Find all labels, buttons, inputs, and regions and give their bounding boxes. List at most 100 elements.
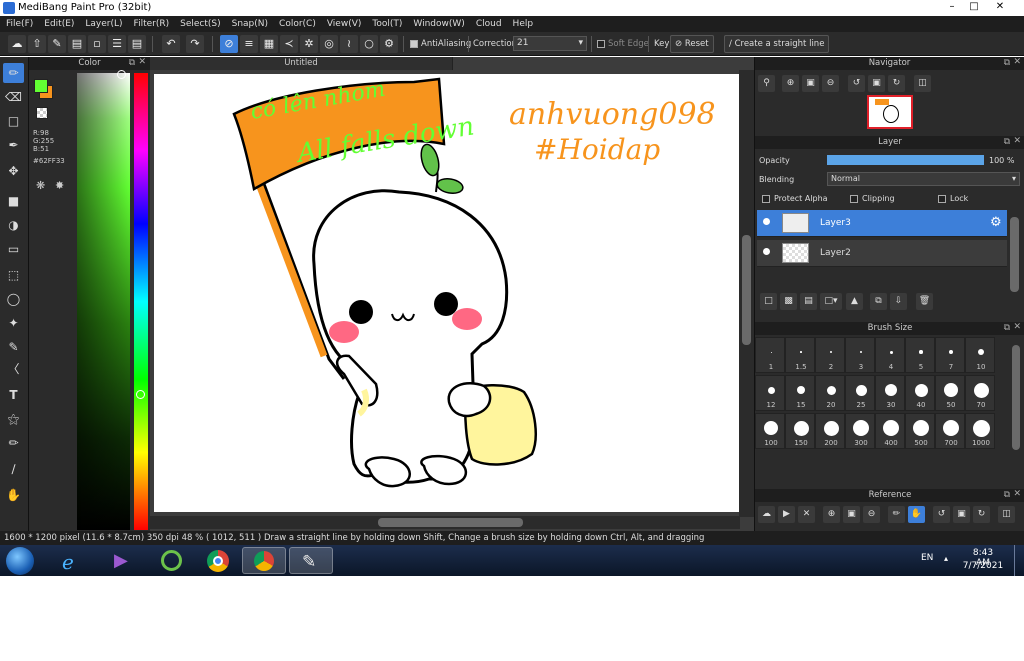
brush-size-option[interactable]: 5 bbox=[905, 337, 935, 373]
reference-zoom-out-icon[interactable]: ⊖ bbox=[863, 506, 880, 523]
brush-size-option[interactable]: 1000 bbox=[965, 413, 995, 449]
concentric-snap-icon[interactable]: ◎ bbox=[320, 35, 338, 53]
horizontal-scrollbar[interactable] bbox=[150, 516, 740, 529]
undo-icon[interactable]: ↶ bbox=[162, 35, 180, 53]
eraser-tool-icon[interactable]: ⌫ bbox=[3, 87, 24, 107]
blending-select[interactable]: Normal ▾ bbox=[827, 172, 1020, 186]
vertical-scrollbar[interactable] bbox=[739, 70, 754, 517]
curve-snap-icon[interactable]: ≀ bbox=[340, 35, 358, 53]
magic-wand-tool-icon[interactable]: ✦ bbox=[3, 313, 24, 333]
taskbar-app[interactable] bbox=[150, 547, 194, 574]
maximize-icon[interactable]: □ bbox=[963, 0, 985, 14]
merge-down-icon[interactable]: ⇩ bbox=[890, 293, 907, 310]
layer-row[interactable]: Layer3 ⚙ bbox=[757, 210, 1007, 237]
divide-tool-icon[interactable]: ⚝ bbox=[3, 409, 24, 429]
brush-size-option[interactable]: 400 bbox=[875, 413, 905, 449]
duplicate-layer-icon[interactable]: ⧉ bbox=[870, 293, 887, 310]
correction-select[interactable]: 21 ▾ bbox=[513, 36, 587, 51]
brush-size-option[interactable]: 1.5 bbox=[785, 337, 815, 373]
zoom-in-icon[interactable]: ⊕ bbox=[782, 75, 799, 92]
brush-size-option[interactable]: 700 bbox=[935, 413, 965, 449]
menu-tool[interactable]: Tool(T) bbox=[372, 19, 402, 29]
new-layer-icon[interactable]: □ bbox=[760, 293, 777, 310]
grid-snap-icon[interactable]: ▦ bbox=[260, 35, 278, 53]
snap-off-icon[interactable]: ⊘ bbox=[220, 35, 238, 53]
reference-rotate-left-icon[interactable]: ↺ bbox=[933, 506, 950, 523]
lock-checkbox[interactable] bbox=[938, 195, 946, 203]
close-icon[interactable]: ✕ bbox=[989, 0, 1011, 14]
sv-cursor[interactable] bbox=[117, 70, 126, 79]
soft-edge-checkbox[interactable] bbox=[597, 40, 605, 48]
radial-snap-icon[interactable]: ✲ bbox=[300, 35, 318, 53]
transparent-swatch[interactable] bbox=[36, 107, 48, 119]
float-panel-icon[interactable]: ⧉ bbox=[1004, 323, 1010, 333]
text-tool-icon[interactable]: T bbox=[3, 385, 24, 405]
layer-settings-icon[interactable]: ⚙ bbox=[990, 215, 1002, 230]
reference-flip-icon[interactable]: ◫ bbox=[998, 506, 1015, 523]
bucket-tool-icon[interactable]: ◑ bbox=[3, 215, 24, 235]
palette-add-icon[interactable]: ✸ bbox=[55, 179, 64, 192]
flip-icon[interactable]: ◫ bbox=[914, 75, 931, 92]
upload-icon[interactable]: ⇧ bbox=[28, 35, 46, 53]
brush-size-option[interactable]: 200 bbox=[815, 413, 845, 449]
brush-size-option[interactable]: 150 bbox=[785, 413, 815, 449]
brush-size-option[interactable]: 20 bbox=[815, 375, 845, 411]
page-icon[interactable]: ▤ bbox=[128, 35, 146, 53]
brush-size-option[interactable]: 7 bbox=[935, 337, 965, 373]
taskbar-chrome[interactable] bbox=[196, 547, 240, 574]
close-panel-icon[interactable]: ✕ bbox=[1013, 57, 1021, 67]
drawing-canvas[interactable]: có lên nhom All falls down anhvuong098 #… bbox=[154, 74, 739, 512]
dot-tool-icon[interactable]: □ bbox=[3, 111, 24, 131]
reference-fit-icon[interactable]: ▣ bbox=[843, 506, 860, 523]
start-button-icon[interactable] bbox=[6, 547, 34, 575]
close-panel-icon[interactable]: ✕ bbox=[1013, 322, 1021, 332]
brush-size-option[interactable]: 25 bbox=[845, 375, 875, 411]
reference-eyedropper-icon[interactable]: ✏ bbox=[888, 506, 905, 523]
menu-file[interactable]: File(F) bbox=[6, 19, 33, 29]
brush-size-option[interactable]: 500 bbox=[905, 413, 935, 449]
brush-scrollbar[interactable] bbox=[1012, 345, 1020, 450]
lasso-tool-icon[interactable]: ◯ bbox=[3, 289, 24, 309]
reference-open-icon[interactable]: ▶ bbox=[778, 506, 795, 523]
brush-size-option[interactable]: 12 bbox=[755, 375, 785, 411]
close-panel-icon[interactable]: ✕ bbox=[138, 57, 146, 67]
protect-alpha-checkbox[interactable] bbox=[762, 195, 770, 203]
add-layer-menu-icon[interactable]: □▾ bbox=[820, 293, 842, 310]
reference-rotate-right-icon[interactable]: ↻ bbox=[973, 506, 990, 523]
brush-size-option[interactable]: 10 bbox=[965, 337, 995, 373]
main-color-swatch[interactable] bbox=[34, 79, 48, 93]
list-icon[interactable]: ☰ bbox=[108, 35, 126, 53]
menu-snap[interactable]: Snap(N) bbox=[232, 19, 268, 29]
reference-close-icon[interactable]: ✕ bbox=[798, 506, 815, 523]
visibility-icon[interactable] bbox=[763, 218, 770, 225]
menu-window[interactable]: Window(W) bbox=[413, 19, 464, 29]
gradient-tool-icon[interactable]: ▭ bbox=[3, 239, 24, 259]
brush-size-option[interactable]: 4 bbox=[875, 337, 905, 373]
horizontal-scroll-thumb[interactable] bbox=[378, 518, 523, 527]
clock-date[interactable]: 7/7/2021 bbox=[962, 561, 1004, 571]
menu-view[interactable]: View(V) bbox=[327, 19, 362, 29]
taskbar-visual-studio[interactable]: ▶ bbox=[102, 547, 146, 574]
vertical-scroll-thumb[interactable] bbox=[742, 235, 751, 345]
cloud-icon[interactable]: ☁ bbox=[8, 35, 26, 53]
float-panel-icon[interactable]: ⧉ bbox=[1004, 137, 1010, 147]
select-pen-tool-icon[interactable]: ✎ bbox=[3, 337, 24, 357]
menu-help[interactable]: Help bbox=[513, 19, 534, 29]
reference-reset-icon[interactable]: ▣ bbox=[953, 506, 970, 523]
brush-size-option[interactable]: 1 bbox=[755, 337, 785, 373]
menu-filter[interactable]: Filter(R) bbox=[134, 19, 170, 29]
tray-arrow-icon[interactable]: ▴ bbox=[944, 554, 948, 563]
brush-size-option[interactable]: 15 bbox=[785, 375, 815, 411]
brush-size-option[interactable]: 70 bbox=[965, 375, 995, 411]
hue-slider[interactable] bbox=[134, 73, 148, 530]
delete-layer-icon[interactable]: 🗑 bbox=[916, 293, 933, 310]
menu-select[interactable]: Select(S) bbox=[180, 19, 221, 29]
hand-tool-icon[interactable]: ✋ bbox=[3, 485, 24, 505]
rotate-left-icon[interactable]: ↺ bbox=[848, 75, 865, 92]
reference-zoom-in-icon[interactable]: ⊕ bbox=[823, 506, 840, 523]
taskbar-chrome-2[interactable] bbox=[242, 547, 286, 574]
clipping-checkbox[interactable] bbox=[850, 195, 858, 203]
menu-edit[interactable]: Edit(E) bbox=[44, 19, 74, 29]
zoom-search-icon[interactable]: ⚲ bbox=[758, 75, 775, 92]
close-panel-icon[interactable]: ✕ bbox=[1013, 489, 1021, 499]
